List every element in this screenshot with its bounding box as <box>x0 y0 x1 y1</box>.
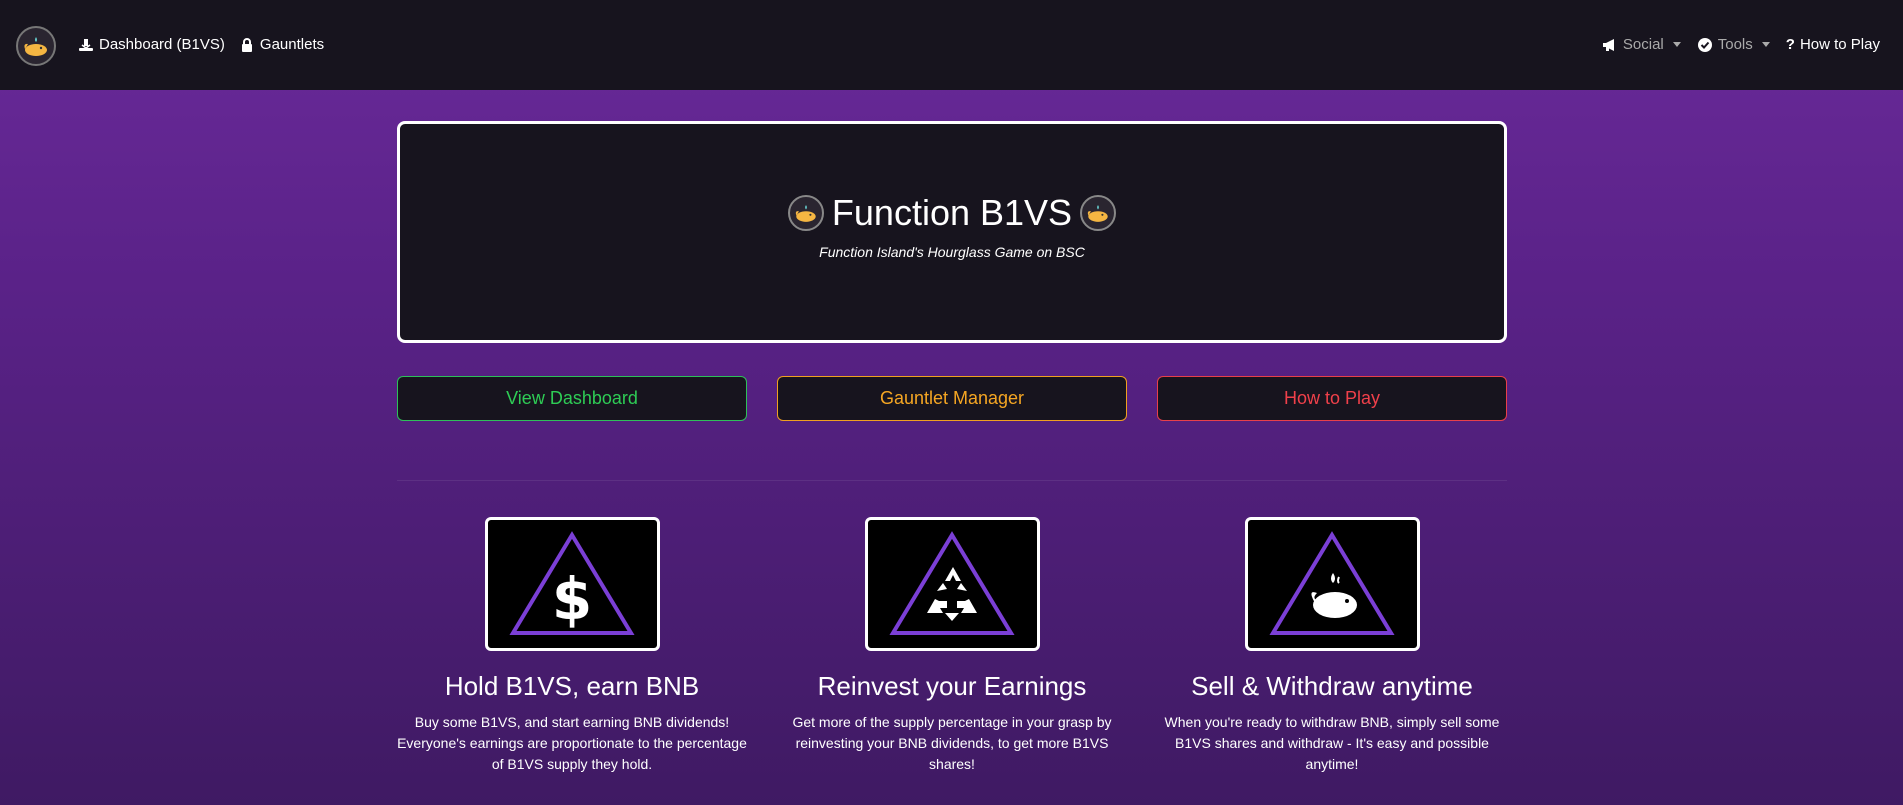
feature-text: When you're ready to withdraw BNB, simpl… <box>1164 714 1500 772</box>
feature-hold: $ Hold B1VS, earn BNB Buy some B1VS, and… <box>397 517 747 775</box>
navbar: Dashboard (B1VS) Gauntlets Social Tools <box>0 0 1903 90</box>
feature-text: Buy some B1VS, and start earning BNB div… <box>397 714 747 772</box>
hero-banner: Function B1VS Function Island's Hourglas… <box>397 121 1507 343</box>
view-dashboard-button[interactable]: View Dashboard <box>397 376 747 421</box>
nav-dashboard-label: Dashboard (B1VS) <box>99 36 225 53</box>
megaphone-icon <box>1602 38 1614 51</box>
feature-text: Get more of the supply percentage in you… <box>792 714 1112 772</box>
nav-howto-label: How to Play <box>1799 36 1880 53</box>
feature-title: Hold B1VS, earn BNB <box>444 671 700 701</box>
dollar-icon: $ <box>509 531 635 635</box>
nav-how-to-play[interactable]: ? How to Play <box>1786 36 1880 53</box>
hand-holding-icon <box>79 38 93 51</box>
feature-title: Sell & Withdraw anytime <box>1191 671 1473 701</box>
svg-text:$: $ <box>552 565 592 633</box>
nav-tools-label: Tools <box>1717 36 1753 53</box>
whale-icon <box>1269 531 1395 635</box>
brand-logo[interactable] <box>16 26 56 66</box>
chevron-down-icon <box>1761 42 1770 47</box>
feature-icon-box <box>1244 517 1420 651</box>
feature-icon-box <box>864 517 1040 651</box>
lock-icon <box>241 37 252 52</box>
nav-dashboard[interactable]: Dashboard (B1VS) <box>78 36 225 53</box>
whale-logo-icon <box>24 37 47 56</box>
question-icon: ? <box>1785 36 1795 53</box>
whale-logo-icon <box>1080 195 1117 231</box>
page-title: Function B1VS <box>831 192 1073 233</box>
divider <box>397 480 1507 481</box>
gauntlet-manager-button[interactable]: Gauntlet Manager <box>777 376 1127 421</box>
feature-reinvest: Reinvest your Earnings Get more of the s… <box>777 517 1127 775</box>
how-to-play-button[interactable]: How to Play <box>1157 376 1507 421</box>
nav-gauntlets-label: Gauntlets <box>259 36 325 53</box>
check-circle-icon <box>1697 37 1712 52</box>
nav-gauntlets[interactable]: Gauntlets <box>239 36 324 53</box>
nav-tools-dropdown[interactable]: Tools <box>1697 36 1770 53</box>
chevron-down-icon <box>1672 42 1681 47</box>
feature-sell: Sell & Withdraw anytime When you're read… <box>1157 517 1507 775</box>
nav-social-label: Social <box>1622 36 1664 53</box>
hero-subtitle: Function Island's Hourglass Game on BSC <box>819 244 1085 260</box>
whale-logo-icon <box>787 195 824 231</box>
nav-social-dropdown[interactable]: Social <box>1602 36 1681 53</box>
feature-title: Reinvest your Earnings <box>817 671 1087 701</box>
recycle-icon <box>889 531 1015 635</box>
feature-icon-box: $ <box>484 517 660 651</box>
